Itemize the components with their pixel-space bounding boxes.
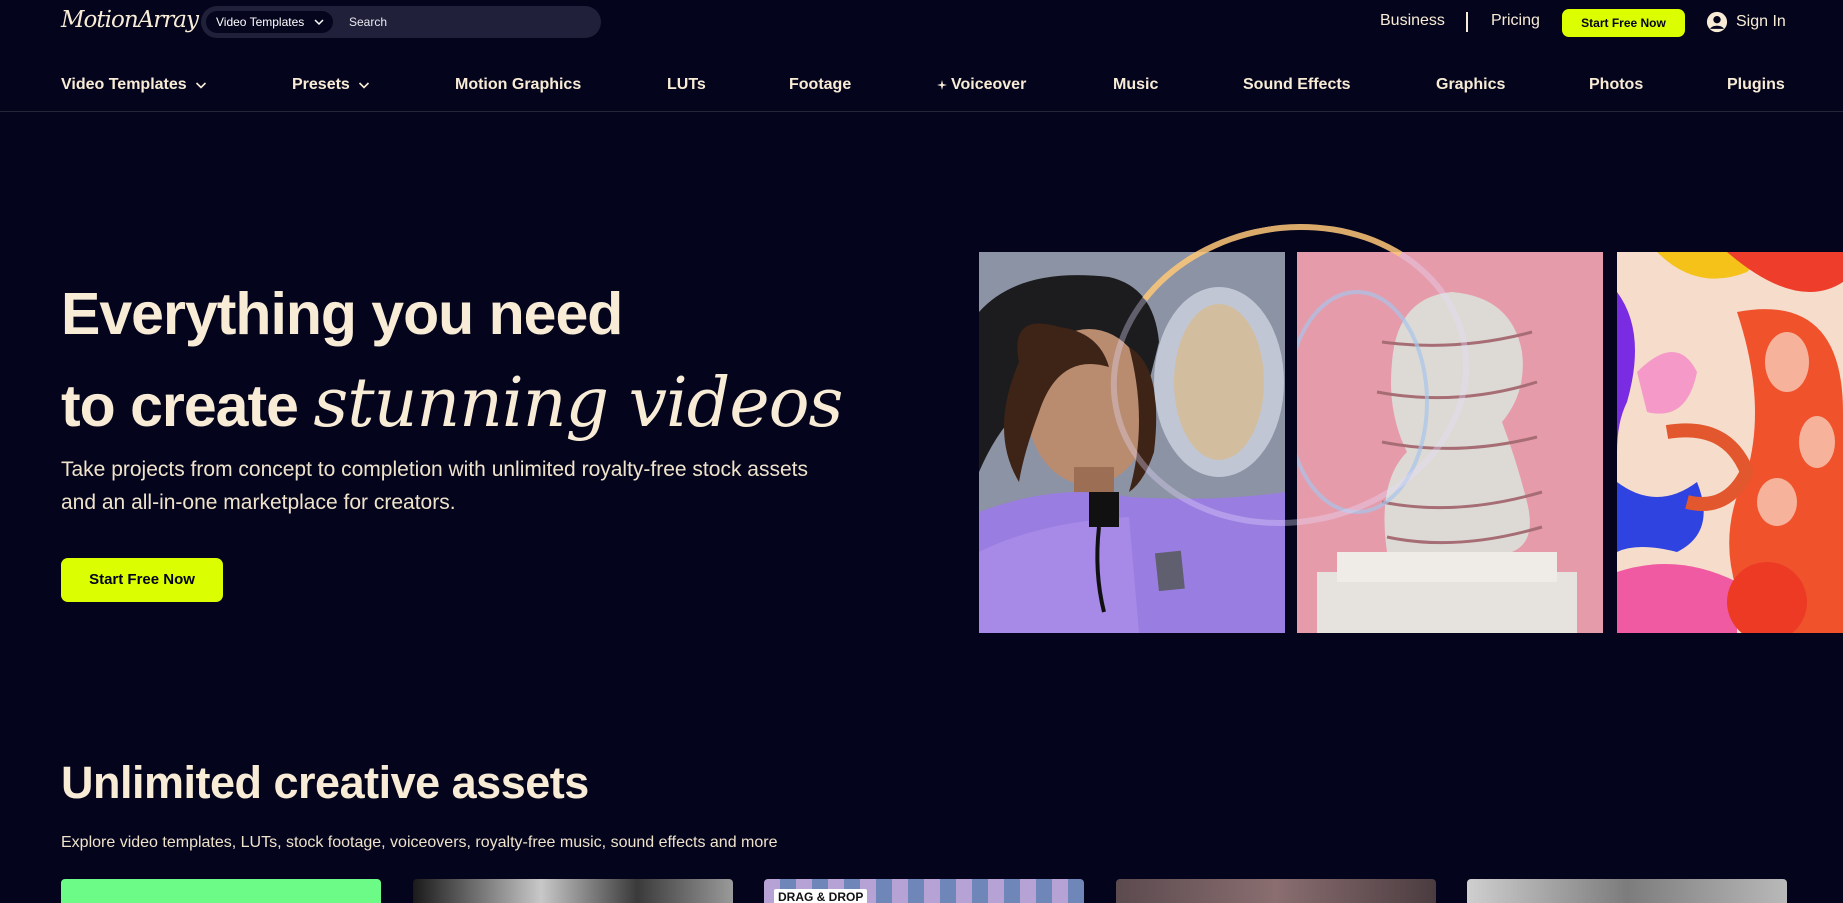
nav-item-label: Graphics — [1436, 76, 1506, 93]
divider — [1466, 12, 1468, 32]
nav-item-label: Music — [1113, 76, 1159, 93]
hero-title-line2: to create — [61, 373, 314, 439]
sign-in-link[interactable]: Sign In — [1706, 10, 1786, 34]
chevron-down-icon — [195, 82, 206, 89]
nav-item-luts[interactable]: LUTs — [667, 76, 706, 94]
asset-card[interactable] — [61, 879, 381, 903]
nav-item-label: Presets — [292, 76, 350, 93]
nav-item-graphics[interactable]: Graphics — [1436, 76, 1505, 94]
assets-section-subtitle: Explore video templates, LUTs, stock foo… — [61, 834, 778, 851]
nav-item-sound-effects[interactable]: Sound Effects — [1243, 76, 1351, 94]
pricing-link[interactable]: Pricing — [1491, 12, 1540, 30]
logo[interactable]: MotionArray — [61, 7, 199, 33]
nav-item-label: Photos — [1589, 76, 1644, 93]
user-icon — [1706, 11, 1728, 33]
nav-item-motion-graphics[interactable]: Motion Graphics — [455, 76, 581, 94]
chevron-down-icon — [314, 19, 324, 26]
hero-image-abstract-art — [1617, 252, 1843, 633]
top-bar: MotionArray Video Templates Business Pri… — [0, 0, 1843, 44]
asset-card[interactable] — [1467, 879, 1787, 903]
hero-subtitle: Take projects from concept to completion… — [61, 458, 808, 514]
hero-title: Everything you need to create stunning v… — [61, 270, 843, 451]
asset-card[interactable] — [413, 879, 733, 903]
sparkle-icon — [937, 80, 947, 90]
nav-item-label: Plugins — [1727, 76, 1785, 93]
nav-item-label: Sound Effects — [1243, 76, 1351, 93]
nav-item-video-templates[interactable]: Video Templates — [61, 76, 207, 94]
business-link[interactable]: Business — [1380, 12, 1445, 30]
assets-section-title: Unlimited creative assets — [61, 757, 589, 808]
nav-item-music[interactable]: Music — [1113, 76, 1158, 94]
nav-item-label: Footage — [789, 76, 852, 93]
chevron-down-icon — [358, 82, 369, 89]
nav-item-label: Motion Graphics — [455, 76, 582, 93]
start-free-button-header[interactable]: Start Free Now — [1562, 9, 1685, 37]
search-category-label: Video Templates — [216, 15, 305, 29]
nav-item-label: Voiceover — [951, 76, 1027, 93]
hero-title-script: stunning videos — [313, 364, 843, 443]
nav-item-presets[interactable]: Presets — [292, 76, 370, 94]
search-category-select[interactable]: Video Templates — [206, 11, 333, 33]
search-bar: Video Templates — [201, 6, 601, 38]
nav-item-label: LUTs — [667, 76, 706, 93]
asset-card-label: DRAG & DROP — [774, 889, 868, 903]
hero-image-abstract — [1617, 252, 1843, 633]
nav-item-plugins[interactable]: Plugins — [1727, 76, 1785, 94]
category-nav: Video Templates Presets Motion Graphics … — [0, 68, 1843, 112]
nav-item-footage[interactable]: Footage — [789, 76, 851, 94]
sign-in-label: Sign In — [1736, 13, 1786, 30]
search-input[interactable] — [349, 12, 589, 32]
hero-title-line1: Everything you need — [61, 281, 623, 347]
asset-card[interactable]: DRAG & DROP — [764, 879, 1084, 903]
start-free-button-hero[interactable]: Start Free Now — [61, 558, 223, 602]
nav-item-voiceover[interactable]: Voiceover — [937, 76, 1026, 94]
nav-item-photos[interactable]: Photos — [1589, 76, 1643, 94]
asset-card[interactable] — [1116, 879, 1436, 903]
nav-item-label: Video Templates — [61, 76, 187, 93]
